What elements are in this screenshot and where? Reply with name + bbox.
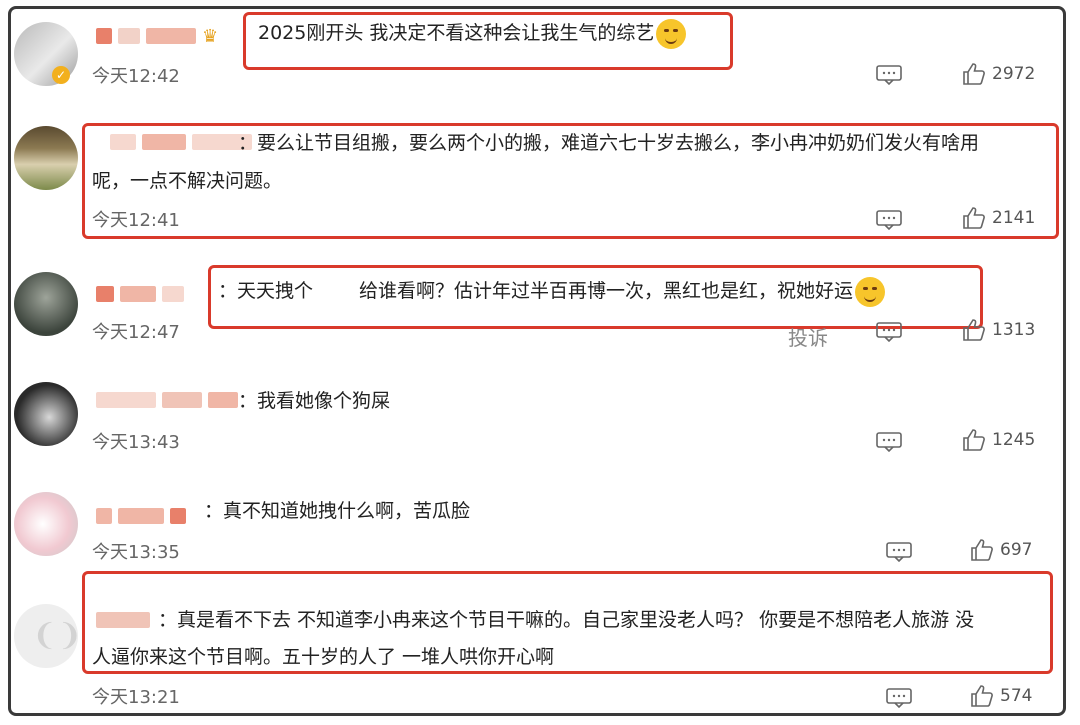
comment-time: 今天12:41 <box>92 210 180 231</box>
thumbs-up-icon <box>963 429 985 451</box>
comment-text: ：真不知道她拽什么啊，苦瓜脸 <box>204 500 471 522</box>
avatar[interactable] <box>14 126 78 190</box>
reply-icon[interactable] <box>886 688 912 708</box>
like-count: 1245 <box>992 430 1036 450</box>
comment-time: 今天12:42 <box>92 66 180 87</box>
reply-icon[interactable] <box>876 322 902 342</box>
highlight-box <box>82 123 1059 239</box>
like-count: 574 <box>1000 686 1033 706</box>
like-count: 2972 <box>992 64 1036 84</box>
username-blurred[interactable] <box>96 506 186 526</box>
avatar[interactable] <box>14 492 78 556</box>
avatar[interactable] <box>14 272 78 336</box>
highlight-box <box>82 571 1053 674</box>
vip-badge-icon: ✓ <box>52 66 70 84</box>
like-button[interactable]: 2972 <box>962 62 1035 86</box>
like-button[interactable]: 1245 <box>962 428 1035 452</box>
like-count: 1313 <box>992 320 1036 340</box>
report-button[interactable]: 投诉 <box>788 322 828 351</box>
comment-time: 今天13:43 <box>92 432 180 453</box>
like-button[interactable]: 697 <box>970 538 1032 562</box>
reply-icon[interactable] <box>876 65 902 85</box>
thumbs-up-icon <box>963 63 985 85</box>
reply-icon[interactable] <box>886 542 912 562</box>
reply-icon[interactable] <box>876 432 902 452</box>
comment-time: 今天12:47 <box>92 322 180 343</box>
crown-icon: ♛ <box>202 25 219 47</box>
username-blurred[interactable] <box>96 284 184 304</box>
username-blurred[interactable] <box>96 390 238 410</box>
comment-time: 今天13:21 <box>92 687 180 708</box>
like-button[interactable]: 574 <box>970 684 1032 708</box>
highlight-box <box>208 265 983 329</box>
avatar[interactable] <box>14 382 78 446</box>
thumbs-up-icon <box>963 207 985 229</box>
comment-text: ：我看她像个狗屎 <box>238 390 391 412</box>
username-blurred[interactable]: ♛ <box>96 25 219 47</box>
like-button[interactable]: 2141 <box>962 206 1035 230</box>
like-button[interactable]: 1313 <box>962 318 1035 342</box>
comment-time: 今天13:35 <box>92 542 180 563</box>
thumbs-up-icon <box>971 685 993 707</box>
reply-icon[interactable] <box>876 210 902 230</box>
like-count: 2141 <box>992 208 1036 228</box>
thumbs-up-icon <box>971 539 993 561</box>
thumbs-up-icon <box>963 319 985 341</box>
highlight-box <box>243 12 733 70</box>
avatar[interactable]: ❨❩ <box>14 604 78 668</box>
default-avatar-icon: ❨❩ <box>32 618 78 653</box>
like-count: 697 <box>1000 540 1033 560</box>
